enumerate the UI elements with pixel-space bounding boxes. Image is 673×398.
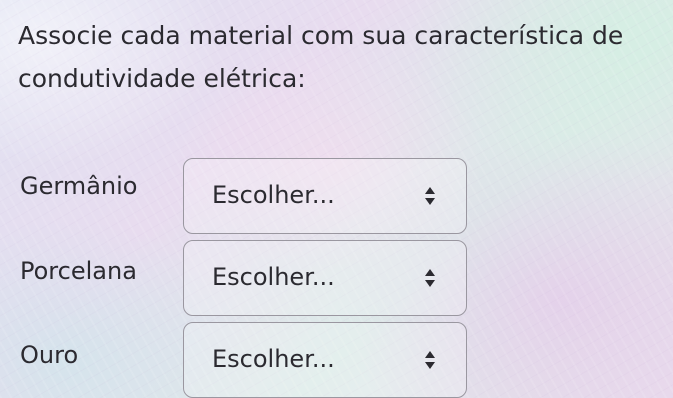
- select-arrow-icon: [425, 269, 435, 287]
- select-value: Escolher...: [212, 345, 335, 373]
- material-label: Germânio: [20, 172, 138, 200]
- condutividade-select-porcelana[interactable]: Escolher...: [183, 240, 467, 316]
- material-label: Ouro: [20, 341, 79, 369]
- condutividade-select-germanio[interactable]: Escolher...: [183, 158, 467, 234]
- material-label: Porcelana: [20, 257, 137, 285]
- condutividade-select-ouro[interactable]: Escolher...: [183, 322, 467, 398]
- question-text: Associe cada material com sua caracterís…: [18, 21, 624, 93]
- select-value: Escolher...: [212, 181, 335, 209]
- select-arrow-icon: [425, 351, 435, 369]
- select-arrow-icon: [425, 187, 435, 205]
- select-value: Escolher...: [212, 263, 335, 291]
